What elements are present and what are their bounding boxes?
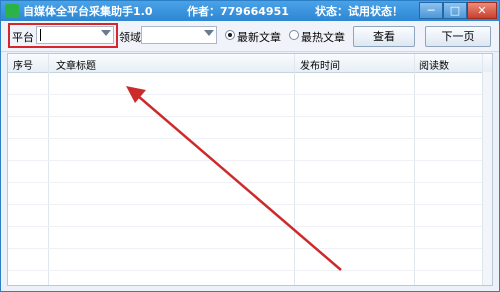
annotation-arrow <box>126 86 342 271</box>
arrow-shaft <box>137 95 342 271</box>
